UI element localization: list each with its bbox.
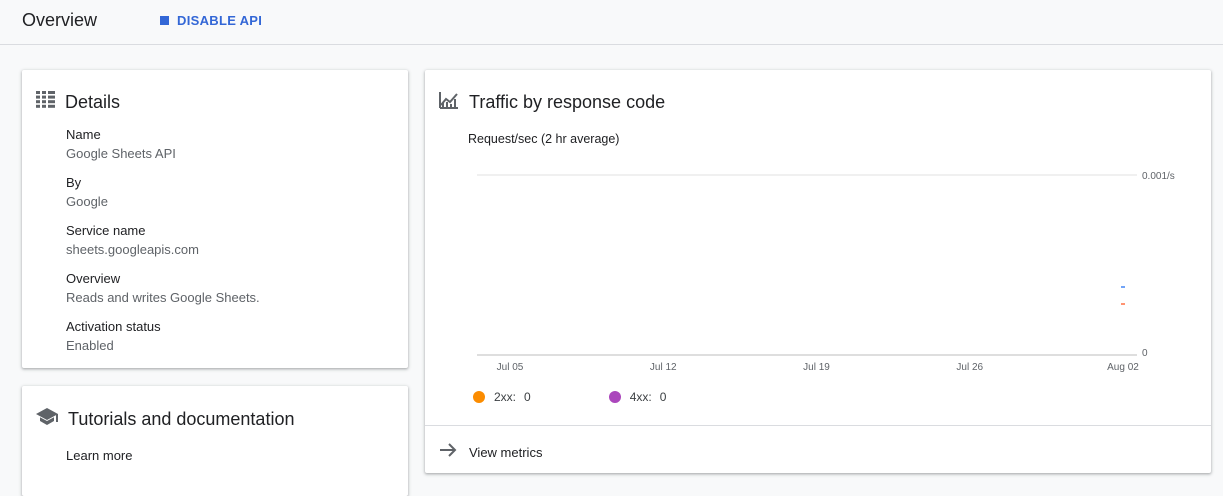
- details-title: Details: [65, 91, 121, 112]
- view-metrics-link[interactable]: View metrics: [439, 442, 542, 463]
- field-overview: Overview Reads and writes Google Sheets.: [66, 270, 260, 308]
- tutorials-header: Tutorials and documentation: [36, 408, 294, 431]
- field-value: Enabled: [66, 338, 114, 353]
- field-service-name: Service name sheets.googleapis.com: [66, 222, 260, 260]
- legend-dot-4xx: [608, 391, 621, 403]
- field-name: Name Google Sheets API: [66, 126, 260, 164]
- field-label: By: [66, 175, 82, 190]
- legend-label: 2xx:: [494, 390, 517, 404]
- school-icon: [36, 408, 58, 431]
- field-value: Reads and writes Google Sheets.: [66, 290, 260, 305]
- chart-subtitle: Request/sec (2 hr average): [468, 132, 620, 146]
- x-tick-label: Jul 05: [497, 362, 524, 373]
- legend-item-2xx: 2xx: 0: [473, 390, 531, 404]
- traffic-title: Traffic by response code: [469, 92, 666, 112]
- x-tick-label: Jul 26: [956, 362, 983, 373]
- top-bar: Overview DISABLE API: [0, 0, 1223, 45]
- disable-api-label: DISABLE API: [177, 13, 263, 28]
- traffic-chart: 0.001/s 0 Jul 05 Jul 12 Jul 19 Jul 26 Aug 02: [477, 171, 1175, 373]
- field-value: Google: [66, 194, 108, 209]
- y-tick-label: 0.001/s: [1142, 171, 1175, 182]
- details-header: Details: [36, 91, 120, 113]
- field-label: Overview: [66, 271, 121, 286]
- legend-value: 0: [524, 390, 531, 404]
- x-tick-label: Jul 19: [803, 362, 830, 373]
- disable-api-button[interactable]: DISABLE API: [160, 13, 262, 28]
- legend-value: 0: [659, 390, 667, 404]
- stop-icon: [160, 16, 169, 25]
- list-icon: [36, 91, 55, 113]
- field-label: Name: [66, 127, 101, 142]
- legend-item-4xx: 4xx: 0: [608, 390, 667, 404]
- traffic-card: Traffic by response code Request/sec (2 …: [425, 70, 1211, 473]
- field-activation-status: Activation status Enabled: [66, 318, 260, 356]
- tutorials-title: Tutorials and documentation: [68, 409, 295, 429]
- details-fields: Name Google Sheets API By Google Service…: [66, 126, 260, 366]
- arrow-right-icon: [439, 442, 457, 463]
- learn-more-link[interactable]: Learn more: [66, 448, 132, 463]
- x-tick-label: Jul 12: [650, 362, 677, 373]
- field-label: Service name: [66, 223, 146, 238]
- chart-icon: [439, 91, 459, 114]
- page-title: Overview: [22, 10, 98, 30]
- legend-dot-2xx: [473, 391, 485, 403]
- traffic-header: Traffic by response code: [439, 91, 665, 114]
- field-label: Activation status: [66, 319, 161, 334]
- field-value: sheets.googleapis.com: [66, 242, 199, 257]
- view-metrics-label: View metrics: [469, 445, 543, 460]
- field-value: Google Sheets API: [66, 146, 176, 161]
- chart-legend: 2xx: 0 4xx: 0: [473, 390, 744, 404]
- legend-label: 4xx:: [629, 390, 652, 404]
- x-tick-label: Aug 02: [1107, 362, 1139, 373]
- tutorials-card: Tutorials and documentation Learn more: [22, 386, 408, 496]
- y-tick-label: 0: [1142, 348, 1148, 359]
- traffic-footer: View metrics: [425, 425, 1211, 474]
- field-by: By Google: [66, 174, 260, 212]
- details-card: Details Name Google Sheets API By Google…: [22, 70, 408, 368]
